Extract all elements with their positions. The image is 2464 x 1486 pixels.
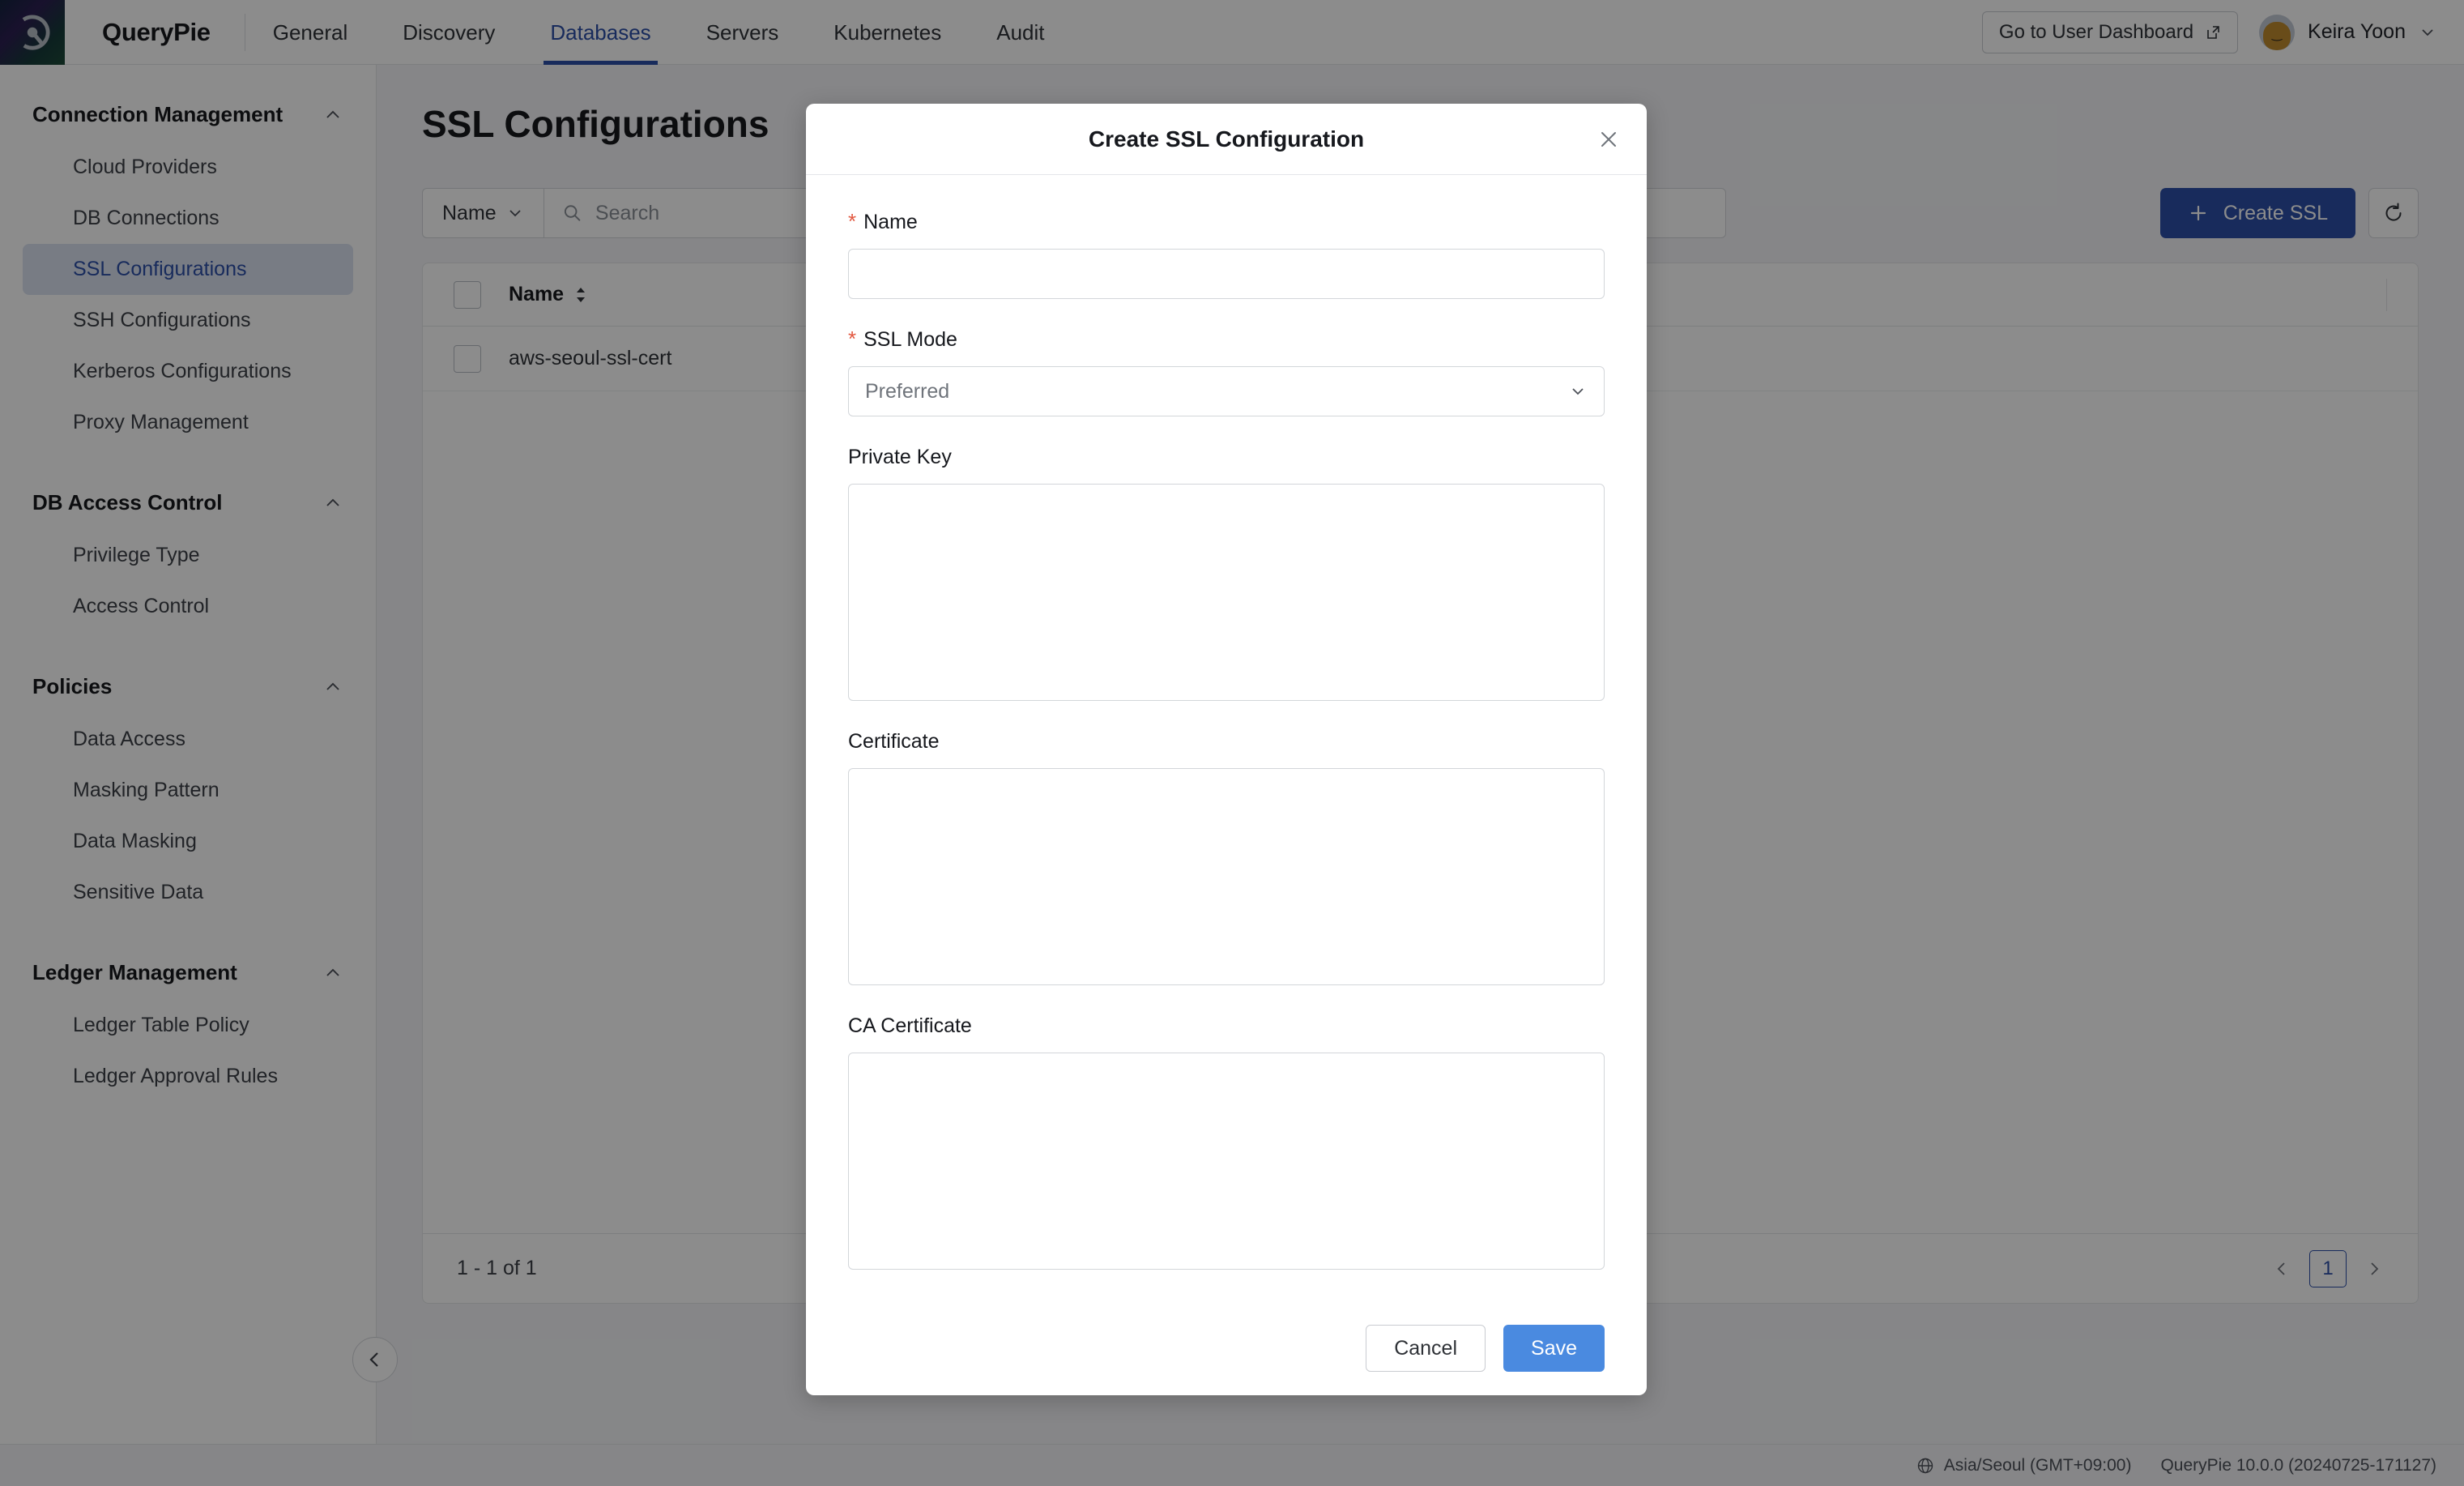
field-ca-certificate: CA Certificate	[848, 1014, 1605, 1270]
field-private-key-label-text: Private Key	[848, 446, 952, 469]
field-certificate-label-text: Certificate	[848, 730, 940, 754]
certificate-textarea[interactable]	[848, 768, 1605, 985]
field-certificate-label: Certificate	[848, 730, 1605, 754]
ssl-mode-selected-value: Preferred	[865, 380, 949, 404]
dialog-footer: Cancel Save	[806, 1301, 1647, 1395]
cancel-button[interactable]: Cancel	[1366, 1325, 1486, 1372]
close-icon[interactable]	[1595, 126, 1622, 153]
field-ca-certificate-label: CA Certificate	[848, 1014, 1605, 1038]
save-button[interactable]: Save	[1503, 1325, 1605, 1372]
private-key-textarea[interactable]	[848, 484, 1605, 701]
required-asterisk-icon: *	[848, 328, 856, 349]
field-ca-certificate-label-text: CA Certificate	[848, 1014, 972, 1038]
field-ssl-mode-label: * SSL Mode	[848, 328, 1605, 352]
field-private-key: Private Key	[848, 446, 1605, 701]
ssl-mode-select[interactable]: Preferred	[848, 366, 1605, 416]
dialog-header: Create SSL Configuration	[806, 104, 1647, 175]
name-input[interactable]	[848, 249, 1605, 299]
field-name-label-text: Name	[863, 211, 918, 234]
field-ssl-mode: * SSL Mode Preferred	[848, 328, 1605, 416]
field-private-key-label: Private Key	[848, 446, 1605, 469]
required-asterisk-icon: *	[848, 211, 856, 232]
create-ssl-configuration-dialog: Create SSL Configuration * Name * SSL Mo…	[806, 104, 1647, 1395]
dialog-body: * Name * SSL Mode Preferred Private Key	[806, 175, 1647, 1301]
field-certificate: Certificate	[848, 730, 1605, 985]
field-name-label: * Name	[848, 211, 1605, 234]
chevron-down-icon	[1568, 382, 1588, 401]
field-name: * Name	[848, 211, 1605, 299]
ca-certificate-textarea[interactable]	[848, 1053, 1605, 1270]
field-ssl-mode-label-text: SSL Mode	[863, 328, 957, 352]
dialog-title: Create SSL Configuration	[1089, 126, 1364, 152]
